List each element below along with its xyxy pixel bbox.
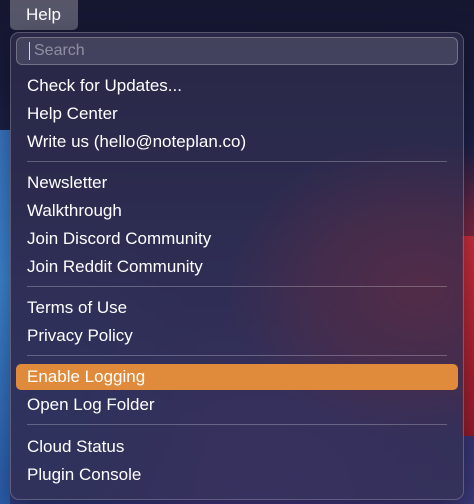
menu-search-field[interactable]: [16, 37, 458, 65]
menu-item-enable-logging[interactable]: Enable Logging: [16, 364, 458, 390]
help-dropdown-menu: Check for Updates... Help Center Write u…: [10, 32, 464, 500]
menu-item-join-discord[interactable]: Join Discord Community: [16, 226, 458, 252]
menu-separator: [27, 424, 447, 425]
menu-separator: [27, 161, 447, 162]
menu-separator: [27, 355, 447, 356]
menu-item-cloud-status[interactable]: Cloud Status: [16, 434, 458, 460]
menu-item-terms-of-use[interactable]: Terms of Use: [16, 295, 458, 321]
menu-item-help-center[interactable]: Help Center: [16, 101, 458, 127]
menu-item-open-log-folder[interactable]: Open Log Folder: [16, 392, 458, 418]
menu-separator: [27, 286, 447, 287]
menu-item-check-for-updates[interactable]: Check for Updates...: [16, 73, 458, 99]
menubar-help[interactable]: Help: [10, 0, 78, 30]
wallpaper-left-edge: [0, 130, 10, 504]
menu-item-plugin-console[interactable]: Plugin Console: [16, 462, 458, 488]
search-input[interactable]: [30, 42, 457, 60]
menu-item-join-reddit[interactable]: Join Reddit Community: [16, 254, 458, 280]
menu-item-walkthrough[interactable]: Walkthrough: [16, 198, 458, 224]
menu-item-newsletter[interactable]: Newsletter: [16, 170, 458, 196]
menu-item-write-us[interactable]: Write us (hello@noteplan.co): [16, 129, 458, 155]
menu-item-privacy-policy[interactable]: Privacy Policy: [16, 323, 458, 349]
